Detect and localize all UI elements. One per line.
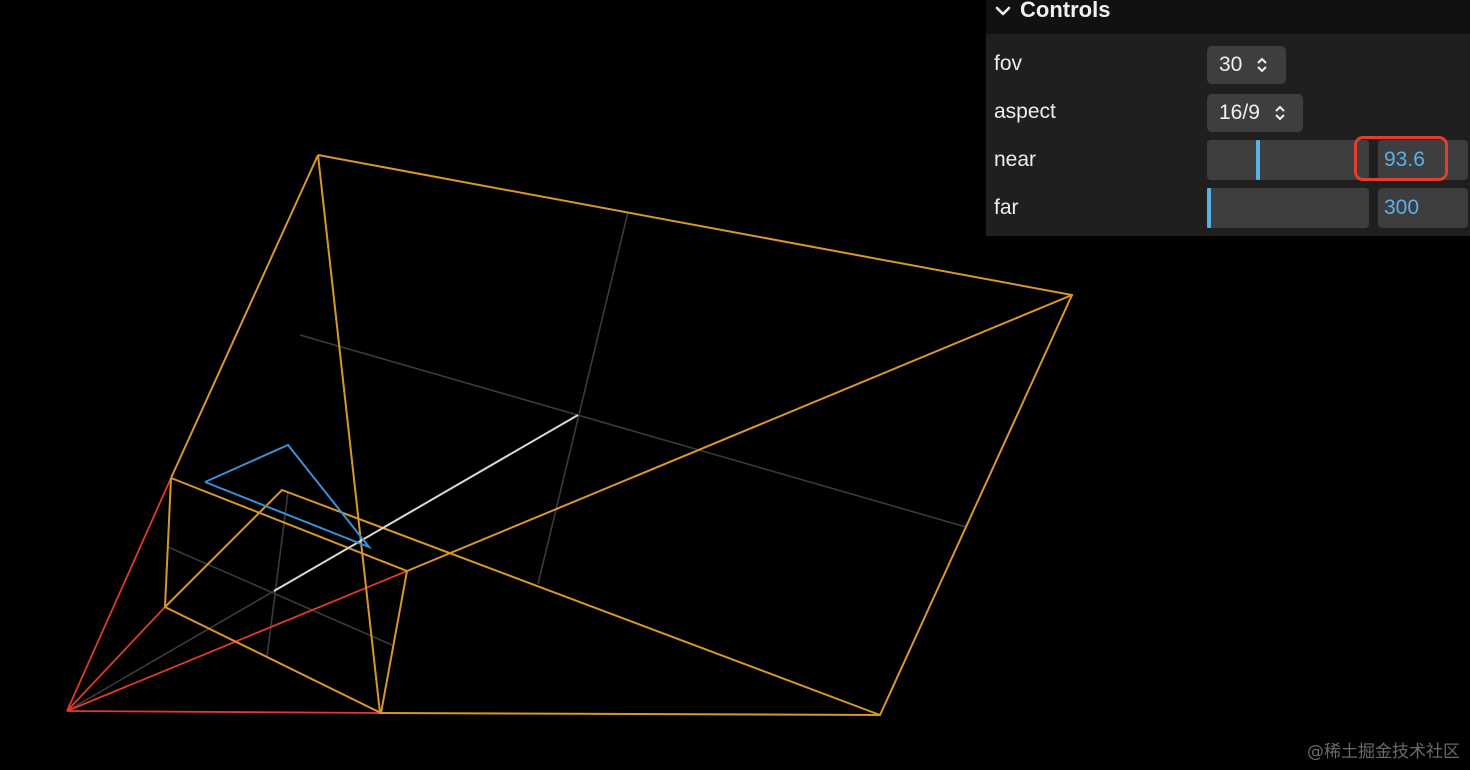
- chevron-down-icon: [995, 6, 1011, 16]
- frustum-lines: [163, 154, 1074, 717]
- far-plane-edge: [317, 154, 1074, 717]
- far-grid-vertical: [537, 211, 629, 585]
- near-input[interactable]: 93.6: [1378, 140, 1468, 180]
- near-slider-handle[interactable]: [1256, 140, 1260, 180]
- frustum-side-edge: [170, 154, 319, 479]
- view-axis-lines: [273, 414, 579, 592]
- select-arrows-icon: [1275, 105, 1285, 121]
- watermark: @稀土掘金技术社区: [1307, 742, 1460, 762]
- far-row: far 300: [986, 184, 1470, 232]
- cone-edge: [66, 477, 172, 712]
- select-arrows-icon: [1257, 57, 1268, 73]
- fov-select[interactable]: 30: [1207, 46, 1286, 84]
- controls-header[interactable]: Controls: [986, 0, 1470, 34]
- view-axis: [273, 414, 579, 592]
- frustum-side-edge: [406, 294, 1073, 572]
- grid-lines: [66, 211, 967, 712]
- far-value: 300: [1384, 196, 1420, 219]
- panel-title: Controls: [1020, 0, 1111, 22]
- near-label: near: [994, 148, 1037, 171]
- far-slider-handle[interactable]: [1207, 188, 1211, 228]
- near-value: 93.6: [1384, 148, 1425, 171]
- aspect-row: aspect 16/9: [986, 88, 1470, 136]
- controls-panel: Controls fov 30 aspect 16/9 near 93.6 fa…: [986, 0, 1470, 236]
- fov-row: fov 30: [986, 40, 1470, 88]
- cone-edge: [66, 606, 166, 712]
- cone-edge: [66, 570, 408, 712]
- fov-value: 30: [1219, 53, 1243, 76]
- aspect-label: aspect: [994, 100, 1056, 123]
- cone-edge: [66, 710, 382, 714]
- far-label: far: [994, 196, 1019, 219]
- aspect-value: 16/9: [1219, 101, 1260, 124]
- fov-label: fov: [994, 52, 1023, 75]
- camera-cone-lines: [66, 477, 408, 714]
- far-input[interactable]: 300: [1378, 188, 1468, 228]
- near-grid-horizontal: [167, 546, 393, 646]
- far-grid-horizontal: [299, 334, 967, 528]
- near-slider[interactable]: [1207, 140, 1369, 180]
- near-row: near 93.6: [986, 136, 1470, 184]
- aspect-select[interactable]: 16/9: [1207, 94, 1303, 132]
- far-slider[interactable]: [1207, 188, 1369, 228]
